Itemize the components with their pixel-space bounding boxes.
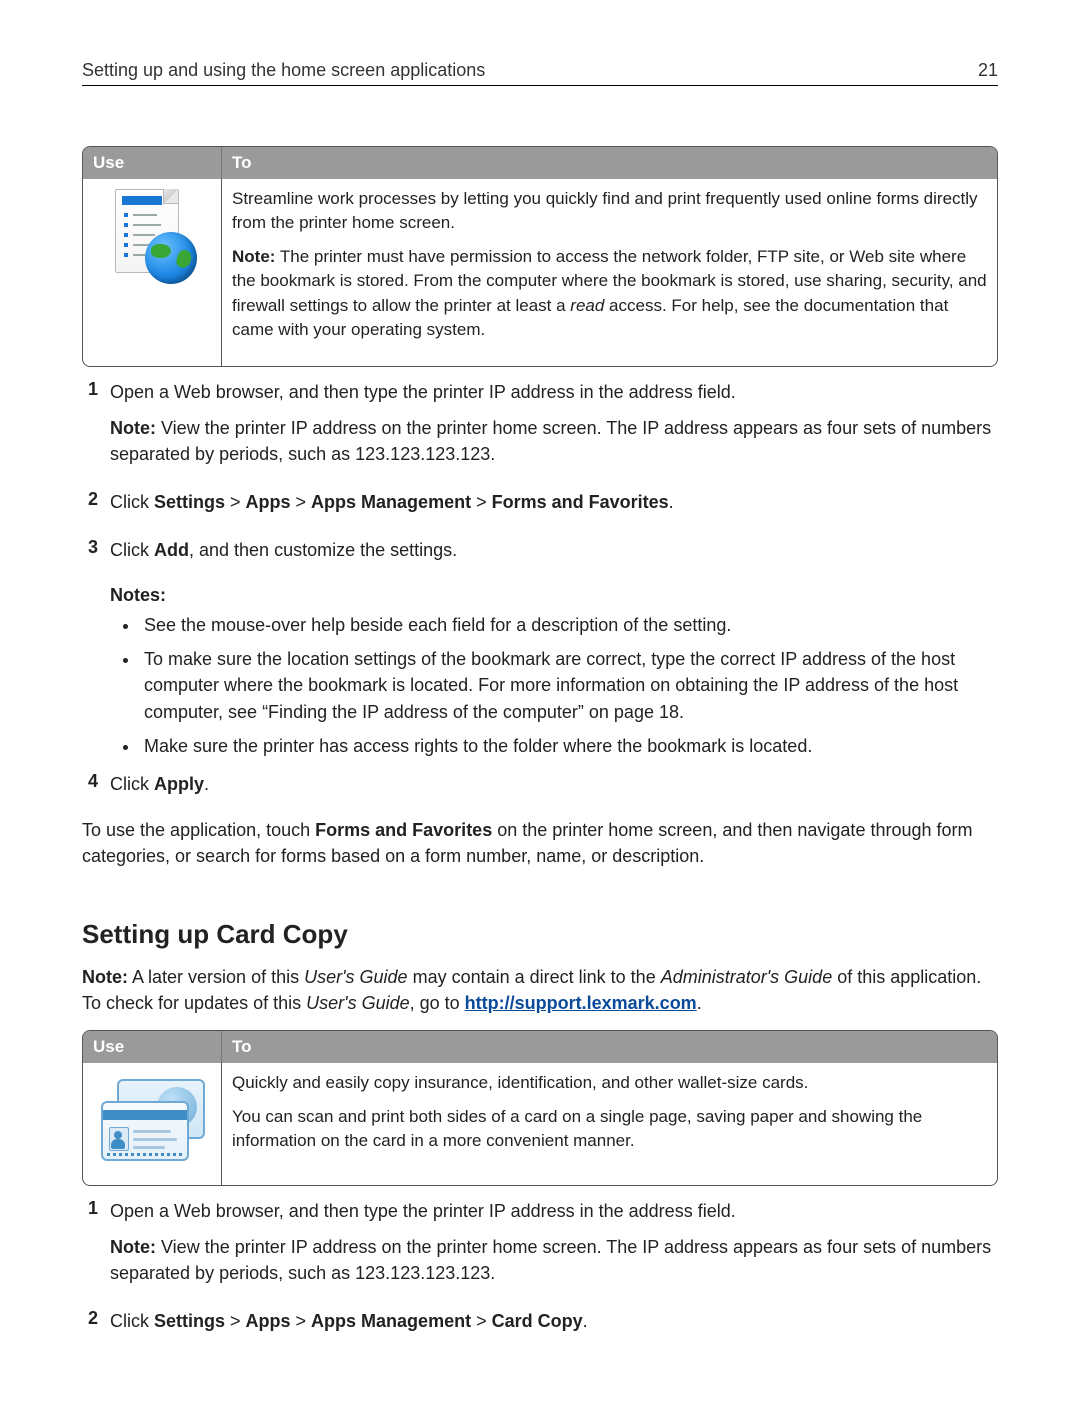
forms-use-pre: To use the application, touch (82, 820, 315, 840)
notes-item-3: Make sure the printer has access rights … (140, 733, 998, 759)
step-4: 4 Click Apply. (82, 771, 998, 807)
cc-step-2-pre: Click (110, 1311, 154, 1331)
gt-separator: > (291, 1311, 312, 1331)
step-3: 3 Click Add, and then customize the sett… (82, 537, 998, 573)
table2-desc1: Quickly and easily copy insurance, ident… (232, 1071, 987, 1095)
step-3-post: , and then customize the settings. (189, 540, 457, 560)
cc-step-1-num: 1 (88, 1198, 110, 1296)
notes-item-2: To make sure the location settings of th… (140, 646, 998, 724)
gt-separator: > (225, 492, 246, 512)
card-copy-intro-note: Note: A later version of this User's Gui… (82, 964, 998, 1016)
step-3-b1: Add (154, 540, 189, 560)
support-link[interactable]: http://support.lexmark.com (465, 993, 697, 1013)
cc-step-2-post: . (583, 1311, 588, 1331)
forms-favorites-table: Use To Streamline work processes by le (82, 146, 998, 367)
gt-separator: > (471, 1311, 492, 1331)
cc-note-em3: User's Guide (306, 993, 409, 1013)
note-label: Note: (82, 967, 128, 987)
cc-step-2-b2: Apps (246, 1311, 291, 1331)
note-label: Note: (232, 247, 275, 266)
page-number: 21 (978, 60, 998, 81)
card-copy-table: Use To Quickly and easily copy insurance… (82, 1030, 998, 1186)
table2-header-to: To (222, 1031, 997, 1063)
cc-step-2-b4: Card Copy (492, 1311, 583, 1331)
step-2-b1: Settings (154, 492, 225, 512)
notes-list: See the mouse-over help beside each fiel… (116, 612, 998, 758)
notes-title: Notes: (82, 585, 998, 606)
forms-favorites-icon (107, 189, 197, 284)
step-2-post: . (669, 492, 674, 512)
card-copy-heading: Setting up Card Copy (82, 919, 998, 950)
step-2: 2 Click Settings > Apps > Apps Managemen… (82, 489, 998, 525)
cc-step-2-text: Click Settings > Apps > Apps Management … (110, 1308, 998, 1334)
cc-note-p1: A later version of this (128, 967, 304, 987)
cc-step-1-text: Open a Web browser, and then type the pr… (110, 1198, 998, 1224)
step-2-b2: Apps (246, 492, 291, 512)
forms-use-b1: Forms and Favorites (315, 820, 492, 840)
step-2-b3: Apps Management (311, 492, 471, 512)
note-label: Note: (110, 1237, 156, 1257)
forms-favorites-icon-cell (83, 179, 222, 366)
cc-note-p5: . (697, 993, 702, 1013)
step-1-text: Open a Web browser, and then type the pr… (110, 379, 998, 405)
table1-desc-cell: Streamline work processes by letting you… (222, 179, 997, 366)
table1-desc1: Streamline work processes by letting you… (232, 187, 987, 235)
step-1: 1 Open a Web browser, and then type the … (82, 379, 998, 477)
cc-step-1-note-text: View the printer IP address on the print… (110, 1237, 991, 1283)
cc-note-em1: User's Guide (304, 967, 407, 987)
cc-step-2-num: 2 (88, 1308, 110, 1344)
page-header: Setting up and using the home screen app… (82, 60, 998, 86)
step-4-post: . (204, 774, 209, 794)
step-1-num: 1 (88, 379, 110, 477)
table2-header-use: Use (83, 1031, 222, 1063)
step-3-num: 3 (88, 537, 110, 573)
gt-separator: > (225, 1311, 246, 1331)
step-3-text: Click Add, and then customize the settin… (110, 537, 998, 563)
step-2-b4: Forms and Favorites (492, 492, 669, 512)
cc-note-p2: may contain a direct link to the (408, 967, 661, 987)
gt-separator: > (471, 492, 492, 512)
forms-use-paragraph: To use the application, touch Forms and … (82, 817, 998, 869)
table2-desc2: You can scan and print both sides of a c… (232, 1105, 987, 1153)
cc-step-1: 1 Open a Web browser, and then type the … (82, 1198, 998, 1296)
step-1-note-text: View the printer IP address on the print… (110, 418, 991, 464)
gt-separator: > (291, 492, 312, 512)
step-4-num: 4 (88, 771, 110, 807)
table1-note-em: read (570, 296, 604, 315)
cc-note-p4: , go to (410, 993, 465, 1013)
step-2-num: 2 (88, 489, 110, 525)
table2-desc-cell: Quickly and easily copy insurance, ident… (222, 1063, 997, 1185)
cc-note-em2: Administrator's Guide (661, 967, 833, 987)
table1-note: Note: The printer must have permission t… (232, 245, 987, 342)
step-1-note: Note: View the printer IP address on the… (110, 415, 998, 467)
step-4-b1: Apply (154, 774, 204, 794)
notes-item-1: See the mouse-over help beside each fiel… (140, 612, 998, 638)
header-title: Setting up and using the home screen app… (82, 60, 485, 81)
cc-step-2-b1: Settings (154, 1311, 225, 1331)
step-3-pre: Click (110, 540, 154, 560)
step-4-text: Click Apply. (110, 771, 998, 797)
table1-header-use: Use (83, 147, 222, 179)
step-4-pre: Click (110, 774, 154, 794)
note-label: Note: (110, 418, 156, 438)
cc-step-2: 2 Click Settings > Apps > Apps Managemen… (82, 1308, 998, 1344)
step-2-text: Click Settings > Apps > Apps Management … (110, 489, 998, 515)
cc-step-2-b3: Apps Management (311, 1311, 471, 1331)
cc-step-1-note: Note: View the printer IP address on the… (110, 1234, 998, 1286)
table1-header-to: To (222, 147, 997, 179)
card-copy-icon-cell (83, 1063, 222, 1185)
card-copy-icon (101, 1079, 203, 1157)
step-2-pre: Click (110, 492, 154, 512)
